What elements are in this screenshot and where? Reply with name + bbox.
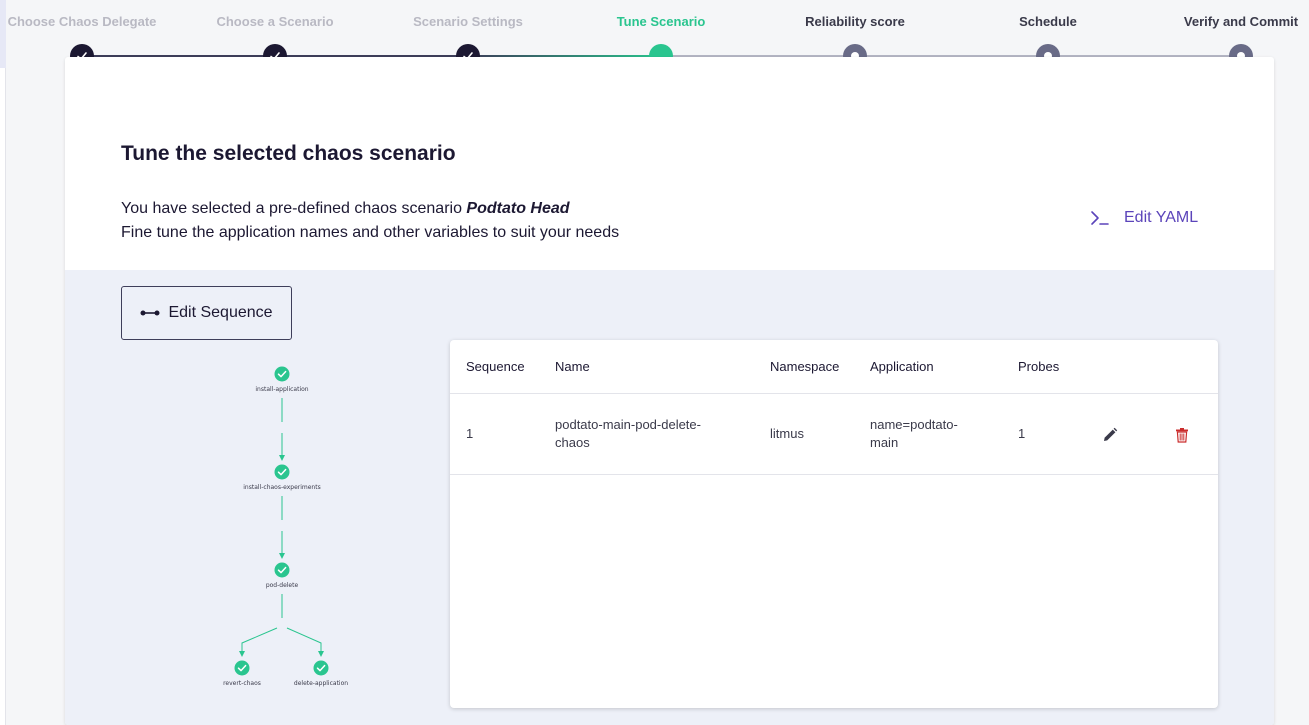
step-label-verify-and-commit[interactable]: Verify and Commit (1184, 14, 1298, 29)
pencil-icon (1104, 427, 1118, 441)
sequence-icon (140, 310, 160, 316)
tune-scenario-card: Tune the selected chaos scenario You hav… (65, 57, 1274, 725)
header-namespace: Namespace (770, 359, 840, 374)
step-label-reliability-score[interactable]: Reliability score (805, 14, 905, 29)
cell-name-line1: podtato-main-pod-delete- (555, 417, 701, 432)
step-label-schedule[interactable]: Schedule (1019, 14, 1077, 29)
header-sequence: Sequence (466, 359, 525, 374)
graph-node-revert-chaos[interactable]: revert-chaos (223, 660, 261, 688)
table-header: Sequence Name Namespace Application Prob… (450, 340, 1218, 394)
cell-application: name=podtato- main (870, 416, 958, 452)
delete-experiment-button[interactable] (1172, 425, 1192, 445)
graph-node-install-application[interactable]: install-application (255, 366, 309, 394)
terminal-icon (1091, 211, 1109, 225)
edit-experiment-button[interactable] (1100, 425, 1120, 445)
edit-yaml-label: Edit YAML (1124, 209, 1199, 226)
edge-branch-right (286, 627, 324, 657)
cell-sequence: 1 (466, 426, 474, 441)
workflow-graph: install-application install-chaos-experi… (223, 366, 348, 688)
graph-node-install-chaos-experiments[interactable]: install-chaos-experiments (243, 464, 321, 492)
graph-node-label: pod-delete (266, 582, 299, 589)
edit-yaml-button[interactable]: Edit YAML (1090, 209, 1198, 227)
graph-node-delete-application[interactable]: delete-application (294, 660, 348, 688)
trash-icon (1176, 428, 1188, 443)
scenario-name: Podtato Head (466, 200, 570, 217)
graph-node-pod-delete[interactable]: pod-delete (266, 562, 299, 590)
edit-sequence-button[interactable]: Edit Sequence (121, 286, 292, 340)
step-label-tune-scenario[interactable]: Tune Scenario (617, 14, 706, 29)
step-label-choose-chaos-delegate[interactable]: Choose Chaos Delegate (8, 14, 157, 29)
cell-name-line2: chaos (555, 435, 590, 450)
scenario-workflow-area: Edit Sequence install-application instal… (65, 270, 1274, 725)
step-label-scenario-settings[interactable]: Scenario Settings (413, 14, 523, 29)
step-label-choose-a-scenario[interactable]: Choose a Scenario (216, 14, 333, 29)
header-probes: Probes (1018, 359, 1060, 374)
table-row: 1 podtato-main-pod-delete- chaos litmus … (450, 394, 1218, 475)
description-line-1: You have selected a pre-defined chaos sc… (121, 197, 619, 221)
cell-application-line2: main (870, 435, 899, 450)
cell-namespace: litmus (770, 426, 804, 441)
graph-node-label: install-chaos-experiments (243, 484, 320, 491)
edge-branch-left (239, 627, 278, 657)
description-prefix: You have selected a pre-defined chaos sc… (121, 200, 467, 217)
left-sidebar-strip (0, 0, 6, 725)
cell-probes: 1 (1018, 426, 1026, 441)
edit-sequence-label: Edit Sequence (168, 304, 273, 321)
graph-node-label: revert-chaos (223, 680, 261, 687)
description-line-2: Fine tune the application names and othe… (121, 224, 620, 241)
page-title: Tune the selected chaos scenario (121, 142, 456, 165)
header-name: Name (555, 359, 590, 374)
graph-node-label: install-application (255, 386, 308, 393)
scenario-description: You have selected a pre-defined chaos sc… (121, 197, 619, 245)
header-application: Application (870, 359, 934, 374)
graph-node-label: delete-application (294, 680, 348, 687)
cell-application-line1: name=podtato- (870, 417, 958, 432)
experiments-table: Sequence Name Namespace Application Prob… (450, 340, 1218, 708)
cell-name: podtato-main-pod-delete- chaos (555, 416, 701, 452)
